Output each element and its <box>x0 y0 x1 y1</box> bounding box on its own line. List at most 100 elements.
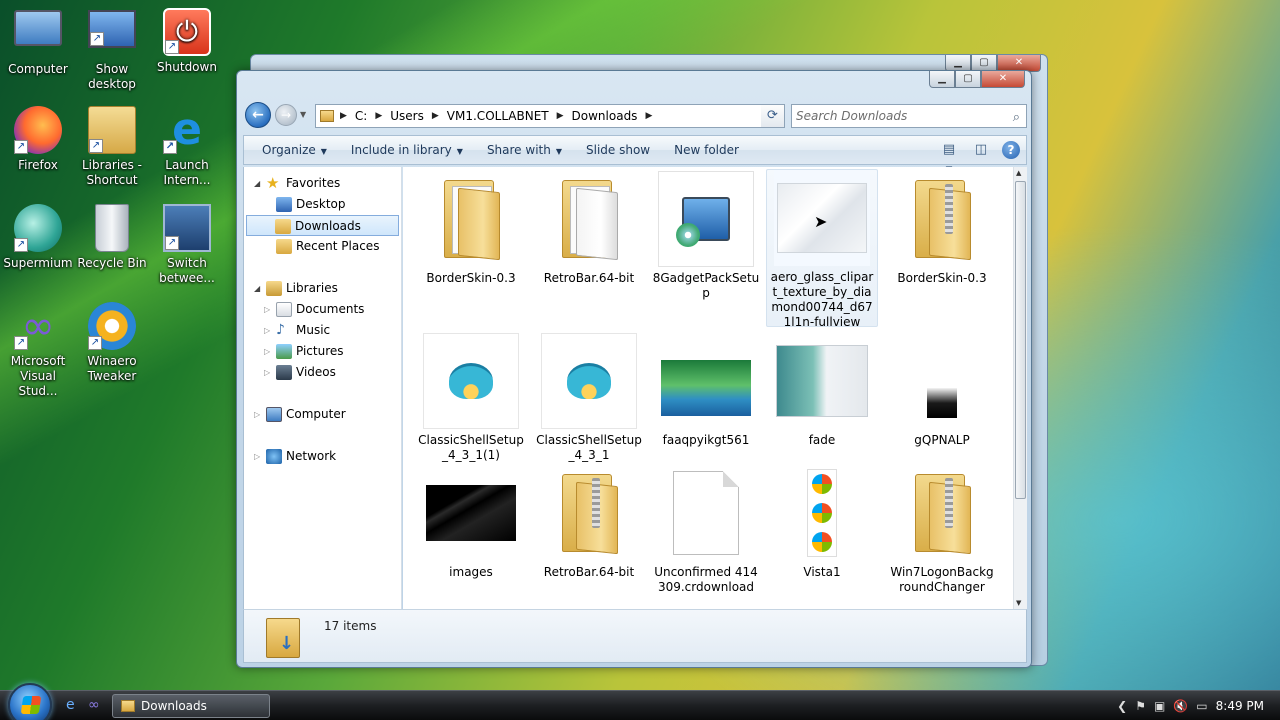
thumbnail <box>658 465 754 561</box>
expand-arrow-icon[interactable]: ▷ <box>254 446 260 467</box>
back-button[interactable]: ← <box>245 102 271 128</box>
nav-music[interactable]: ▷ ♪ Music <box>244 320 401 341</box>
maximize-button[interactable]: ▢ <box>955 71 981 88</box>
organize-button[interactable]: Organize ▼ <box>250 143 339 157</box>
help-icon[interactable]: ? <box>1002 141 1020 159</box>
internet-explorer-quicklaunch-icon[interactable]: e <box>66 697 75 713</box>
desktop-icon-shutdown[interactable]: ⏻ ↗ Shutdown <box>148 8 226 75</box>
nav-recent-places[interactable]: Recent Places <box>244 236 401 257</box>
file-item[interactable]: Unconfirmed 414309.crdownload <box>650 465 762 595</box>
folder-icon <box>440 180 502 261</box>
breadcrumb-c-drive[interactable]: C: <box>349 109 373 123</box>
battery-icon[interactable]: ▭ <box>1196 699 1207 713</box>
file-item[interactable]: Vista1 <box>766 465 878 580</box>
file-list[interactable]: BorderSkin-0.3 RetroBar.64-bit 8GadgetPa… <box>403 167 1013 609</box>
file-item[interactable]: ClassicShellSetup_4_3_1(1) <box>415 333 527 463</box>
scroll-down-arrow[interactable]: ▼ <box>1016 599 1021 607</box>
slide-show-button[interactable]: Slide show <box>574 143 662 157</box>
file-item[interactable]: Win7LogonBackgroundChanger <box>886 465 998 595</box>
expand-arrow-icon[interactable]: ▷ <box>264 362 270 383</box>
file-item[interactable]: 8GadgetPackSetup <box>650 171 762 301</box>
image-thumbnail <box>426 485 516 541</box>
clock[interactable]: 8:49 PM <box>1216 699 1264 713</box>
desktop-icon-recycle-bin[interactable]: Recycle Bin <box>73 204 151 271</box>
file-item[interactable]: BorderSkin-0.3 <box>415 171 527 286</box>
explorer-window[interactable]: ▁ ▢ ✕ ← → ▼ ▶ C: ▶ Users ▶ VM1.COLLABNET… <box>236 70 1032 668</box>
file-item[interactable]: fade <box>766 333 878 448</box>
expand-arrow-icon[interactable]: ▷ <box>264 320 270 341</box>
recent-pages-dropdown[interactable]: ▼ <box>300 110 306 119</box>
minimize-button[interactable]: ▁ <box>929 71 955 88</box>
desktop-icon-computer[interactable]: Computer <box>0 10 77 77</box>
expand-arrow-icon[interactable]: ▷ <box>264 299 270 320</box>
desktop-icon-visual-studio[interactable]: ∞ ↗ Microsoft Visual Stud... <box>0 302 77 399</box>
start-button[interactable] <box>8 683 52 720</box>
preview-pane-icon[interactable]: ◫ <box>970 140 992 160</box>
desktop-icon-supermium[interactable]: ↗ Supermium <box>0 204 77 271</box>
nav-desktop[interactable]: Desktop <box>244 194 401 215</box>
desktop-icon-internet-explorer[interactable]: e ↗ Launch Intern... <box>148 106 226 188</box>
nav-pictures[interactable]: ▷ Pictures <box>244 341 401 362</box>
change-view-icon[interactable]: ▤ ▾ <box>938 140 960 177</box>
visual-studio-quicklaunch-icon[interactable]: ∞ <box>88 697 100 713</box>
file-item[interactable]: faaqpyikgt561 <box>650 333 762 448</box>
scroll-up-arrow[interactable]: ▲ <box>1016 169 1021 177</box>
desktop-icon-winaero[interactable]: ↗ Winaero Tweaker <box>73 302 151 384</box>
expand-arrow-icon[interactable]: ◢ <box>254 173 260 194</box>
search-icon[interactable]: ⌕ <box>1013 107 1020 129</box>
expand-arrow-icon[interactable]: ▷ <box>254 404 260 425</box>
chevron-right-icon[interactable]: ▶ <box>643 111 654 121</box>
file-item-hovered[interactable]: ➤ aero_glass_clipart_texture_by_diamond0… <box>766 169 878 329</box>
vertical-scrollbar[interactable]: ▲ ▼ <box>1013 167 1027 609</box>
chevron-right-icon[interactable]: ▶ <box>338 111 349 121</box>
nav-label: Desktop <box>296 197 346 211</box>
breadcrumb-user-folder[interactable]: VM1.COLLABNET <box>441 109 555 123</box>
breadcrumb-downloads[interactable]: Downloads <box>566 109 644 123</box>
nav-favorites[interactable]: ◢ ★ Favorites <box>244 173 401 194</box>
file-item[interactable]: RetroBar.64-bit <box>533 171 645 286</box>
nav-videos[interactable]: ▷ Videos <box>244 362 401 383</box>
chevron-right-icon[interactable]: ▶ <box>555 111 566 121</box>
file-name: 8GadgetPackSetup <box>652 271 760 300</box>
refresh-button[interactable]: ⟳ <box>761 104 785 128</box>
computer-icon <box>266 407 282 422</box>
image-thumbnail <box>927 388 957 418</box>
scrollbar-thumb[interactable] <box>1015 181 1026 499</box>
flag-icon[interactable]: ⚑ <box>1135 699 1146 713</box>
thumbnail <box>894 171 990 267</box>
chevron-left-icon[interactable]: ❮ <box>1117 699 1127 713</box>
close-button[interactable]: ✕ <box>981 71 1025 88</box>
nav-network[interactable]: ▷ Network <box>244 446 401 467</box>
volume-muted-icon[interactable]: 🔇 <box>1173 699 1188 713</box>
new-folder-button[interactable]: New folder <box>662 143 751 157</box>
nav-libraries[interactable]: ◢ Libraries <box>244 278 401 299</box>
thumbnail <box>774 333 870 429</box>
address-bar[interactable]: ▶ C: ▶ Users ▶ VM1.COLLABNET ▶ Downloads… <box>315 104 785 128</box>
nav-documents[interactable]: ▷ Documents <box>244 299 401 320</box>
taskbar-button-downloads[interactable]: Downloads <box>112 694 270 718</box>
zip-folder-icon <box>911 180 973 261</box>
file-item[interactable]: BorderSkin-0.3 <box>886 171 998 286</box>
desktop-icon-libraries[interactable]: ↗ Libraries - Shortcut <box>73 106 151 188</box>
chevron-right-icon[interactable]: ▶ <box>373 111 384 121</box>
nav-computer[interactable]: ▷ Computer <box>244 404 401 425</box>
breadcrumb-users[interactable]: Users <box>384 109 430 123</box>
organize-label: Organize <box>262 143 316 157</box>
desktop-icon-label: Switch betwee... <box>159 256 215 285</box>
desktop-icon-show-desktop[interactable]: ↗ Show desktop <box>73 10 151 92</box>
search-input[interactable]: Search Downloads ⌕ <box>791 104 1027 128</box>
file-item[interactable]: ClassicShellSetup_4_3_1 <box>533 333 645 463</box>
forward-button[interactable]: → <box>275 104 297 126</box>
nav-downloads[interactable]: Downloads <box>246 215 399 236</box>
desktop-icon-switch-windows[interactable]: ↗ Switch betwee... <box>148 204 226 286</box>
file-item[interactable]: images <box>415 465 527 580</box>
chevron-right-icon[interactable]: ▶ <box>430 111 441 121</box>
desktop-icon-firefox[interactable]: ↗ Firefox <box>0 106 77 173</box>
include-in-library-button[interactable]: Include in library ▼ <box>339 143 475 157</box>
expand-arrow-icon[interactable]: ▷ <box>264 341 270 362</box>
file-item[interactable]: RetroBar.64-bit <box>533 465 645 580</box>
network-icon[interactable]: ▣ <box>1154 699 1165 713</box>
file-item[interactable]: gQPNALP <box>886 333 998 448</box>
share-with-button[interactable]: Share with ▼ <box>475 143 574 157</box>
expand-arrow-icon[interactable]: ◢ <box>254 278 260 299</box>
